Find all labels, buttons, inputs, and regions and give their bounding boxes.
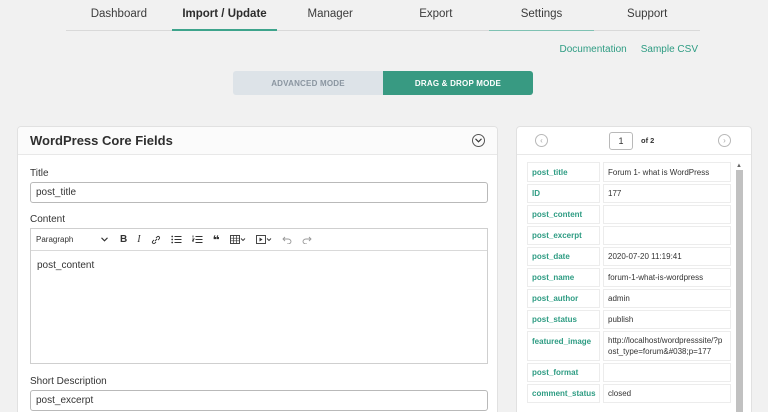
top-nav: Dashboard Import / Update Manager Export… [66, 0, 700, 31]
list-item: post_format [527, 363, 731, 382]
field-key[interactable]: post_name [527, 268, 600, 287]
list-item: featured_image http://localhost/wordpress… [527, 331, 731, 361]
bullet-list-icon[interactable] [170, 235, 182, 244]
scrollbar[interactable]: ▲ [735, 162, 743, 412]
list-item: post_date 2020-07-20 11:19:41 [527, 247, 731, 266]
chevron-right-icon[interactable]: › [718, 134, 731, 147]
documentation-link[interactable]: Documentation [559, 44, 626, 55]
field-value: publish [603, 310, 731, 329]
field-key[interactable]: post_title [527, 162, 600, 182]
page-count: of 2 [641, 136, 655, 145]
field-value [603, 226, 731, 245]
list-item: post_name forum-1-what-is-wordpress [527, 268, 731, 287]
advanced-mode-button[interactable]: ADVANCED MODE [233, 71, 383, 95]
sample-csv-link[interactable]: Sample CSV [641, 44, 698, 55]
list-item: post_content [527, 205, 731, 224]
italic-icon[interactable]: I [137, 234, 140, 245]
field-value: 177 [603, 184, 731, 203]
help-links: Documentation Sample CSV [559, 44, 698, 55]
field-value: closed [603, 384, 731, 403]
editor-toolbar: Paragraph B I ❝ [31, 229, 487, 251]
list-item: ID 177 [527, 184, 731, 203]
bold-icon[interactable]: B [120, 234, 127, 245]
redo-icon[interactable] [302, 236, 312, 244]
numbered-list-icon[interactable] [191, 235, 203, 244]
list-item: post_excerpt [527, 226, 731, 245]
field-key[interactable]: post_content [527, 205, 600, 224]
tab-manager[interactable]: Manager [277, 0, 383, 30]
field-value [603, 205, 731, 224]
table-icon[interactable] [229, 235, 246, 244]
field-key[interactable]: post_status [527, 310, 600, 329]
media-icon[interactable] [255, 235, 272, 244]
tab-dashboard[interactable]: Dashboard [66, 0, 172, 30]
field-value: Forum 1- what is WordPress [603, 162, 731, 182]
field-key[interactable]: post_author [527, 289, 600, 308]
editor-content[interactable]: post_content [31, 251, 487, 280]
core-fields-header: WordPress Core Fields [18, 127, 497, 155]
field-value: 2020-07-20 11:19:41 [603, 247, 731, 266]
drag-drop-mode-button[interactable]: DRAG & DROP MODE [383, 71, 533, 95]
field-key[interactable]: post_date [527, 247, 600, 266]
field-key[interactable]: post_excerpt [527, 226, 600, 245]
field-value [603, 363, 731, 382]
blockquote-icon[interactable]: ❝ [213, 233, 220, 247]
list-item: comment_status closed [527, 384, 731, 403]
tab-import-update[interactable]: Import / Update [171, 0, 278, 31]
title-label: Title [30, 168, 49, 179]
scroll-up-arrow-icon[interactable]: ▲ [735, 162, 743, 170]
field-key[interactable]: featured_image [527, 331, 600, 361]
content-editor: Paragraph B I ❝ post_content [30, 228, 488, 364]
short-description-label: Short Description [30, 376, 107, 387]
chevron-left-icon[interactable]: ‹ [535, 134, 548, 147]
format-select[interactable]: Paragraph [36, 235, 108, 244]
field-value: admin [603, 289, 731, 308]
chevron-down-icon[interactable] [472, 134, 485, 147]
field-key[interactable]: post_format [527, 363, 600, 382]
field-value: forum-1-what-is-wordpress [603, 268, 731, 287]
tab-export[interactable]: Export [383, 0, 489, 30]
content-label: Content [30, 214, 66, 225]
field-key[interactable]: comment_status [527, 384, 600, 403]
chevron-down-icon [101, 237, 108, 242]
mode-toggle: ADVANCED MODE DRAG & DROP MODE [233, 71, 533, 95]
format-select-value: Paragraph [36, 235, 74, 244]
link-icon[interactable] [151, 235, 161, 245]
field-key[interactable]: ID [527, 184, 600, 203]
record-pager: ‹ 1 of 2 › [517, 127, 751, 155]
short-description-input[interactable]: post_excerpt [30, 390, 488, 411]
scroll-thumb[interactable] [736, 170, 743, 412]
record-preview-panel: ‹ 1 of 2 › post_title Forum 1- what is Wo… [516, 126, 752, 412]
tab-support[interactable]: Support [594, 0, 700, 30]
page-number-input[interactable]: 1 [609, 132, 633, 150]
title-input[interactable]: post_title [30, 182, 488, 203]
tab-settings[interactable]: Settings [488, 0, 595, 31]
core-fields-panel: WordPress Core Fields Title post_title C… [17, 126, 498, 412]
list-item: post_status publish [527, 310, 731, 329]
list-item: post_title Forum 1- what is WordPress [527, 162, 731, 182]
field-list: post_title Forum 1- what is WordPress ID 1… [527, 162, 731, 405]
undo-icon[interactable] [281, 236, 292, 244]
list-item: post_author admin [527, 289, 731, 308]
panel-title: WordPress Core Fields [30, 133, 173, 148]
field-value: http://localhost/wordpresssite/?post_typ… [603, 331, 731, 361]
